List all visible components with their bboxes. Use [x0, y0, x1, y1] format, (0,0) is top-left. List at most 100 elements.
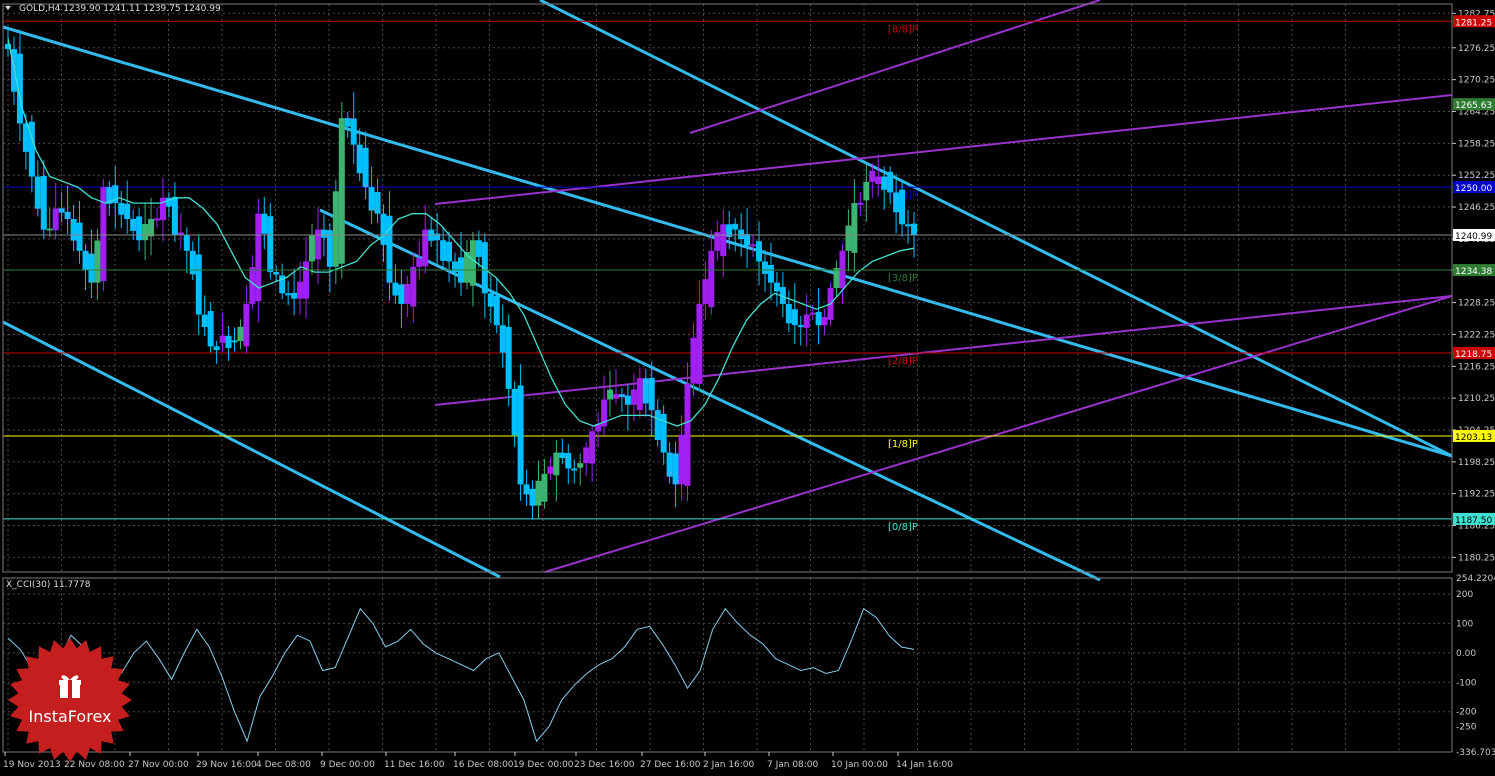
- price-tick-label: 1210.25: [1458, 394, 1495, 404]
- time-tick-label: 10 Jan 00:00: [831, 760, 888, 770]
- time-tick-label: 19 Nov 2013: [3, 760, 61, 770]
- price-tick-label: 1192.25: [1458, 490, 1495, 500]
- candle-body: [374, 192, 381, 214]
- candle-body: [624, 395, 631, 405]
- candle-body: [797, 325, 804, 328]
- candle-body: [547, 466, 554, 474]
- candle-body: [94, 240, 101, 283]
- cci-tick-label: -336.7034: [1456, 748, 1495, 758]
- price-box-label: 1240.99: [1455, 232, 1492, 242]
- time-tick-label: 4 Dec 08:00: [256, 760, 311, 770]
- candle-body: [869, 170, 876, 182]
- candle-body: [863, 181, 870, 201]
- price-tick-label: 1246.25: [1458, 203, 1495, 213]
- candle-body: [738, 229, 745, 240]
- time-tick-label: 16 Dec 08:00: [453, 760, 514, 770]
- price-box-label: 1218.75: [1455, 350, 1492, 360]
- candle-body: [469, 240, 476, 286]
- cci-tick-label: 254.2204: [1456, 574, 1495, 584]
- candle-body: [148, 218, 155, 237]
- candle-body: [785, 303, 792, 324]
- candle-body: [58, 208, 65, 213]
- time-tick-label: 7 Jan 08:00: [767, 760, 819, 770]
- candle-body: [52, 208, 59, 231]
- time-tick-label: 19 Dec 00:00: [513, 760, 574, 770]
- candle-body: [314, 229, 321, 260]
- time-tick-label: 2 Jan 16:00: [703, 760, 755, 770]
- candle-body: [249, 267, 256, 304]
- level-label: [0/8]P: [888, 522, 918, 533]
- instaforex-logo: InstaForex: [8, 638, 132, 762]
- candle-body: [666, 452, 673, 477]
- time-tick-label: 27 Nov 00:00: [128, 760, 189, 770]
- cci-header: X_CCI(30) 11.7778: [6, 580, 91, 590]
- chart-canvas[interactable]: [8/8]P[4/8]P[3/8]P[2/8]P[1/8]P[0/8]P 128…: [0, 0, 1495, 772]
- candle-body: [589, 431, 596, 464]
- time-tick-label: 23 Dec 16:00: [574, 760, 635, 770]
- candle-body: [767, 264, 774, 283]
- candle-body: [750, 244, 757, 247]
- candle-body: [404, 283, 411, 304]
- candle-body: [690, 337, 697, 384]
- candle-body: [273, 272, 280, 275]
- candle-body: [809, 312, 816, 315]
- price-box-label: 1281.25: [1455, 18, 1492, 28]
- candle-body: [505, 326, 512, 389]
- candle-body: [607, 389, 614, 400]
- candle-body: [618, 394, 625, 398]
- candle-body: [756, 241, 763, 262]
- candle-body: [833, 268, 840, 288]
- time-tick-label: 27 Dec 16:00: [640, 760, 701, 770]
- price-tick-label: 1222.25: [1458, 330, 1495, 340]
- candle-body: [708, 250, 715, 308]
- candle-body: [291, 292, 298, 299]
- candle-body: [517, 385, 524, 485]
- cci-tick-label: -100: [1456, 678, 1477, 688]
- price-tick-label: 1198.25: [1458, 458, 1495, 468]
- candle-body: [487, 293, 494, 307]
- chart-window[interactable]: [8/8]P[4/8]P[3/8]P[2/8]P[1/8]P[0/8]P 128…: [0, 0, 1495, 772]
- cci-tick-label: -250: [1456, 722, 1477, 732]
- candle-body: [297, 281, 304, 299]
- candle-body: [219, 335, 226, 343]
- price-box-label: 1250.00: [1455, 184, 1492, 194]
- candle-body: [362, 147, 369, 188]
- logo-text: InstaForex: [29, 707, 112, 726]
- candle-body: [642, 378, 649, 404]
- time-tick-label: 22 Nov 08:00: [64, 760, 125, 770]
- candle-body: [905, 224, 912, 227]
- candle-body: [154, 218, 161, 221]
- cci-tick-label: 0.00: [1456, 649, 1476, 659]
- level-label: [8/8]P: [888, 24, 918, 35]
- time-tick-label: 14 Jan 16:00: [896, 760, 953, 770]
- candle-body: [803, 314, 810, 328]
- candle-body: [142, 223, 149, 241]
- candle-body: [118, 203, 125, 215]
- candle-body: [720, 224, 727, 257]
- candle-body: [911, 223, 917, 235]
- candle-body: [493, 295, 500, 326]
- candle-body: [130, 218, 137, 231]
- candle-body: [893, 192, 900, 213]
- level-label: [3/8]P: [888, 273, 918, 284]
- cci-tick-label: 200: [1456, 590, 1473, 600]
- candle-body: [654, 410, 661, 441]
- candle-body: [267, 216, 274, 273]
- symbol-header: GOLD,H4 1239.90 1241.11 1239.75 1240.99: [19, 4, 221, 14]
- cci-tick-label: 100: [1456, 619, 1473, 629]
- candle-body: [136, 216, 143, 241]
- candle-body: [70, 218, 77, 241]
- candle-body: [499, 325, 506, 353]
- price-tick-label: 1276.25: [1458, 44, 1495, 54]
- candle-body: [40, 175, 47, 230]
- candle-body: [899, 189, 906, 225]
- candle-body: [237, 326, 244, 342]
- candle-body: [356, 144, 363, 174]
- candle-body: [392, 282, 399, 296]
- candle-body: [559, 452, 566, 459]
- candle-body: [46, 228, 53, 231]
- candle-body: [213, 346, 220, 350]
- candle-body: [34, 176, 41, 209]
- candle-body: [410, 266, 417, 307]
- candle-body: [380, 213, 387, 245]
